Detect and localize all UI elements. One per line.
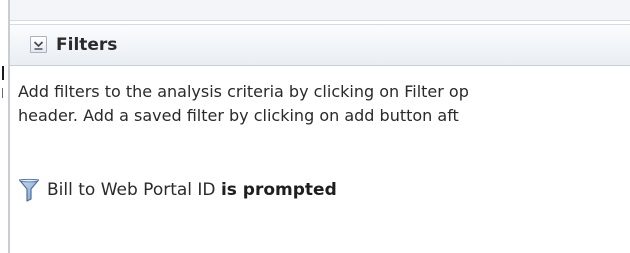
filters-page: Filters Add filters to the analysis crit…: [0, 0, 630, 253]
splitter-mark-small: [2, 88, 3, 98]
filters-help-text-line2: header. Add a saved filter by clicking o…: [18, 106, 459, 125]
filters-title: Filters: [56, 35, 118, 55]
chevron-down-icon: [33, 41, 44, 50]
left-gutter: [0, 0, 8, 253]
previous-panel-bottom: [10, 0, 630, 21]
funnel-icon: [18, 178, 40, 202]
filter-operator[interactable]: is prompted: [221, 180, 337, 200]
filter-column-name[interactable]: Bill to Web Portal ID: [47, 180, 221, 200]
filter-text[interactable]: Bill to Web Portal ID is prompted: [47, 180, 337, 200]
collapse-button[interactable]: [30, 36, 47, 53]
filters-panel-header[interactable]: Filters: [10, 24, 630, 66]
splitter-mark: [2, 66, 4, 80]
filters-help-text-line1: Add filters to the analysis criteria by …: [18, 82, 469, 101]
